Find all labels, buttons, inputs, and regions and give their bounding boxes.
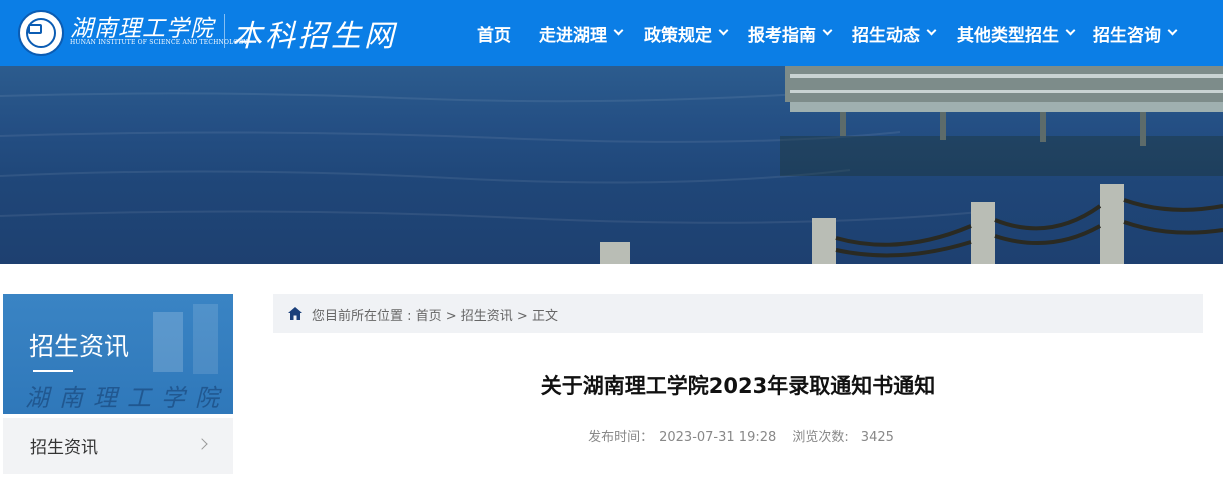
nav-item-label: 首页: [477, 25, 511, 46]
sidebar-title: 招生资讯: [29, 332, 130, 361]
logo-school-name[interactable]: 湖南理工学院: [70, 9, 214, 43]
nav-item-home[interactable]: 首页: [477, 0, 511, 66]
nav-item-label: 政策规定: [644, 25, 712, 46]
nav-item-news[interactable]: 招生动态: [852, 0, 937, 66]
chevron-right-icon: [196, 438, 208, 450]
sidebar-item-label: 招生资讯: [30, 438, 98, 458]
nav-item-label: 招生动态: [852, 25, 920, 46]
sidebar-header: 招生资讯 湖南理工学院: [3, 294, 233, 414]
building-silhouette: [153, 312, 183, 372]
sidebar-item-admission-news[interactable]: 招生资讯: [3, 418, 233, 474]
seal-glyph-icon: [28, 24, 42, 34]
logo-divider: [224, 14, 225, 48]
site-name[interactable]: 本科招生网: [232, 11, 397, 55]
nav-item-label: 招生咨询: [1093, 25, 1161, 46]
publish-time: 2023-07-31 19:28: [659, 430, 777, 445]
breadcrumb-text[interactable]: 您目前所在位置 : 首页 > 招生资讯 > 正文: [312, 305, 558, 324]
publish-time-label: 发布时间：: [588, 430, 654, 445]
nav-item-guide[interactable]: 报考指南: [748, 0, 833, 66]
view-count: 3425: [860, 430, 894, 445]
nav-item-label: 其他类型招生: [957, 25, 1059, 46]
view-count-label: 浏览次数:: [792, 430, 849, 445]
chevron-down-icon: [1065, 25, 1076, 36]
site-header: 湖南理工学院 HUNAN INSTITUTE OF SCIENCE AND TE…: [0, 0, 1223, 66]
article-meta: 发布时间： 2023-07-31 19:28 浏览次数: 3425: [273, 426, 1203, 445]
chevron-down-icon: [822, 25, 833, 36]
breadcrumb: 您目前所在位置 : 首页 > 招生资讯 > 正文: [273, 294, 1203, 333]
nav-item-other-admissions[interactable]: 其他类型招生: [957, 0, 1076, 66]
nav-item-consult[interactable]: 招生咨询: [1093, 0, 1178, 66]
nav-item-label: 报考指南: [748, 25, 816, 46]
sidebar-watermark: 湖南理工学院: [25, 384, 229, 412]
chevron-down-icon: [926, 25, 937, 36]
logo-school-english-name: HUNAN INSTITUTE OF SCIENCE AND TECHNOLOG…: [70, 39, 248, 46]
nav-item-label: 走进湖理: [539, 25, 607, 46]
nav-item-policy[interactable]: 政策规定: [644, 0, 729, 66]
nav-item-about[interactable]: 走进湖理: [539, 0, 624, 66]
lake-scene: [0, 66, 1223, 264]
home-icon[interactable]: [288, 307, 302, 320]
article-title: 关于湖南理工学院2023年录取通知书通知: [540, 374, 936, 398]
lake-banner-image: [0, 66, 1223, 264]
chevron-down-icon: [1167, 25, 1178, 36]
school-seal-logo[interactable]: [18, 10, 64, 56]
chevron-down-icon: [613, 25, 624, 36]
chevron-down-icon: [718, 25, 729, 36]
building-silhouette: [193, 304, 218, 374]
sidebar-title-underline: [33, 370, 73, 372]
